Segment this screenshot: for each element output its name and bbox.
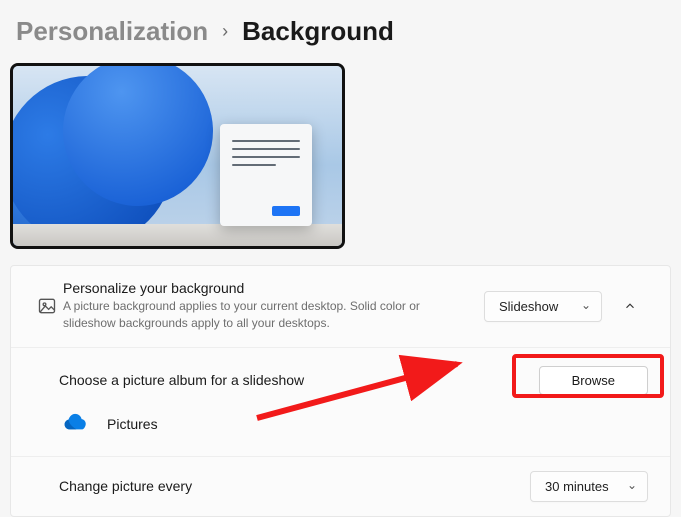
change-interval-title: Change picture every: [59, 478, 530, 494]
page-title: Background: [242, 16, 394, 47]
background-type-value: Slideshow: [499, 299, 558, 314]
cloud-icon: [63, 413, 89, 436]
breadcrumb-parent[interactable]: Personalization: [16, 16, 208, 47]
album-folder-name: Pictures: [107, 416, 158, 432]
browse-button[interactable]: Browse: [539, 366, 648, 395]
desktop-preview: [10, 63, 345, 249]
row-choose-album: Choose a picture album for a slideshow B…: [11, 348, 670, 457]
chevron-down-icon: ⌄: [627, 478, 637, 492]
breadcrumb: Personalization › Background: [10, 12, 671, 63]
row-personalize-background: Personalize your background A picture ba…: [11, 266, 670, 348]
expand-toggle[interactable]: [612, 288, 648, 324]
interval-select[interactable]: 30 minutes ⌄: [530, 471, 648, 502]
chevron-right-icon: ›: [222, 21, 228, 42]
interval-value: 30 minutes: [545, 479, 609, 494]
picture-icon: [31, 296, 63, 316]
choose-album-title: Choose a picture album for a slideshow: [59, 372, 304, 388]
chevron-down-icon: ⌄: [581, 298, 591, 312]
personalize-title: Personalize your background: [63, 280, 484, 296]
personalize-description: A picture background applies to your cur…: [63, 296, 443, 333]
row-change-interval: Change picture every 30 minutes ⌄: [11, 457, 670, 516]
settings-panel: Personalize your background A picture ba…: [10, 265, 671, 517]
background-type-select[interactable]: Slideshow ⌄: [484, 291, 602, 322]
